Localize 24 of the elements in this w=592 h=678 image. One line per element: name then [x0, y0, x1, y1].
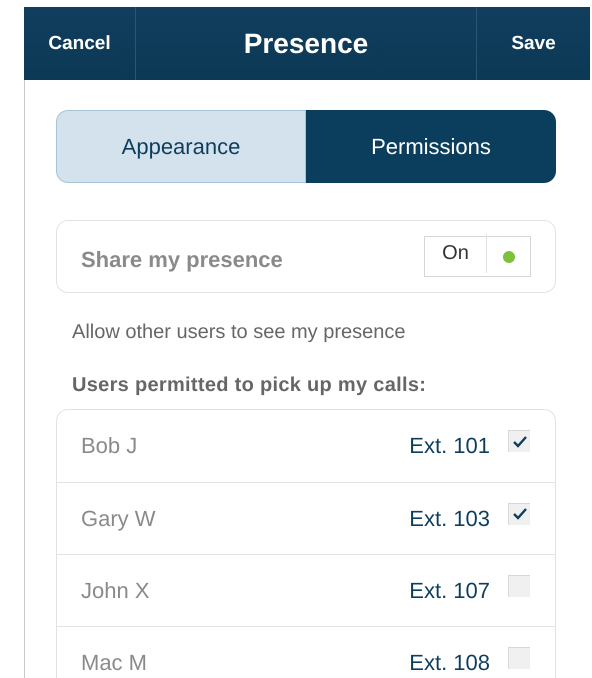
checkbox[interactable] [508, 430, 530, 452]
extension-number: Ext. 103 [409, 506, 490, 532]
checkmark-icon [512, 507, 528, 521]
tab[interactable]: Permissions [306, 110, 556, 183]
presence-toggle[interactable]: On [424, 236, 531, 277]
extension-number: Ext. 107 [409, 578, 490, 604]
save-button[interactable]: Save [476, 7, 590, 80]
cancel-button[interactable]: Cancel [24, 7, 136, 80]
user-name: Gary W [81, 506, 157, 532]
share-presence-label: Share my presence [81, 246, 284, 272]
extension-number: Ext. 101 [409, 433, 490, 459]
checkbox[interactable] [508, 646, 530, 668]
checkbox[interactable] [508, 574, 530, 596]
status-dot-icon [502, 250, 514, 262]
screen-title: Presence [242, 26, 370, 60]
user-name: John X [81, 578, 150, 604]
tab[interactable]: Appearance [56, 110, 306, 183]
checkmark-icon [512, 434, 528, 448]
users-heading: Users permitted to pick up my calls: [72, 374, 428, 397]
user-name: Mac M [81, 650, 148, 676]
user-name: Bob J [81, 433, 138, 459]
extension-number: Ext. 108 [409, 650, 490, 676]
checkbox[interactable] [508, 502, 530, 524]
description-text: Allow other users to see my presence [72, 321, 406, 344]
